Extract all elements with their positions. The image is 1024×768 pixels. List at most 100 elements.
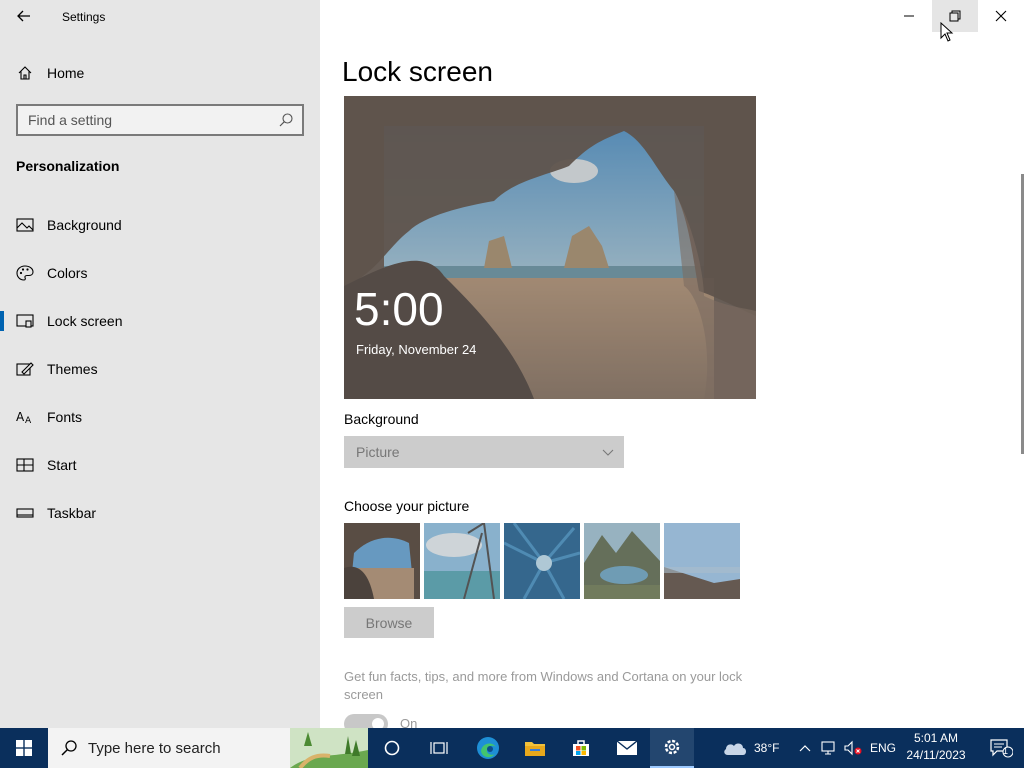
language-indicator[interactable]: ENG (870, 728, 896, 768)
restore-button[interactable] (932, 0, 978, 32)
thumbnail-underwater-image (504, 523, 580, 599)
action-center-button[interactable]: 1 (978, 728, 1024, 768)
sidebar-item-label: Lock screen (47, 313, 123, 329)
svg-text:A: A (16, 410, 25, 424)
sidebar-home[interactable]: Home (0, 58, 320, 88)
setting-search-input[interactable] (18, 106, 268, 134)
thumbnail-glider-image (424, 523, 500, 599)
sidebar-item-colors[interactable]: Colors (0, 253, 320, 293)
thumbnail-cave-image (344, 523, 420, 599)
picture-thumbnail-glider[interactable] (424, 523, 500, 599)
lock-screen-icon (16, 314, 34, 328)
taskbar-app-file-explorer[interactable] (512, 728, 558, 768)
search-highlight-illustration (290, 728, 368, 768)
thumbnail-mountain-lake-image (584, 523, 660, 599)
weather-temperature: 38°F (754, 741, 780, 755)
close-button[interactable] (978, 0, 1024, 32)
picture-thumbnail-cave[interactable] (344, 523, 420, 599)
sidebar-item-background[interactable]: Background (0, 205, 320, 245)
picture-icon (16, 218, 34, 232)
sidebar-item-label: Fonts (47, 409, 83, 425)
sidebar-item-lock-screen[interactable]: Lock screen (0, 301, 320, 341)
taskbar-search-box[interactable]: Type here to search (48, 728, 368, 768)
sidebar: Settings Home Personalization Background… (0, 0, 320, 728)
section-title: Personalization (16, 158, 120, 174)
app-title: Settings (62, 10, 106, 24)
notification-icon (990, 739, 1013, 758)
network-icon (821, 741, 835, 755)
choose-picture-label: Choose your picture (344, 498, 470, 514)
window-controls (886, 0, 1024, 32)
background-label: Background (344, 411, 419, 427)
chevron-up-icon (799, 745, 811, 752)
sidebar-item-label: Start (47, 457, 77, 473)
chevron-down-icon (602, 449, 614, 456)
background-dropdown[interactable]: Picture (344, 436, 624, 468)
close-icon (995, 10, 1007, 22)
back-arrow-icon (17, 10, 30, 22)
notification-count: 1 (1003, 746, 1009, 756)
sidebar-item-label: Themes (47, 361, 98, 377)
volume-button[interactable] (842, 728, 864, 768)
toggle-knob (372, 718, 384, 728)
taskbar-app-store[interactable] (558, 728, 604, 768)
taskbar-search-placeholder: Type here to search (88, 740, 221, 757)
picture-thumbnail-coast[interactable] (664, 523, 740, 599)
windows-logo-icon (16, 740, 32, 756)
clock-date: 24/11/2023 (906, 748, 966, 762)
sidebar-item-fonts[interactable]: A A Fonts (0, 397, 320, 437)
tips-toggle-state: On (400, 716, 418, 728)
mouse-cursor-icon (940, 22, 954, 42)
tips-toggle[interactable] (344, 714, 388, 728)
page-title: Lock screen (342, 56, 493, 87)
minimize-icon (904, 15, 914, 17)
thumbnail-coast-image (664, 523, 740, 599)
search-icon[interactable] (278, 112, 294, 128)
sidebar-item-taskbar[interactable]: Taskbar (0, 493, 320, 533)
cortana-icon (384, 740, 400, 756)
gear-icon (664, 739, 680, 755)
picture-thumbnails (344, 523, 740, 599)
taskbar-app-edge[interactable] (464, 728, 512, 768)
browse-button[interactable]: Browse (344, 607, 434, 638)
taskbar-clock[interactable]: 5:01 AM 24/11/2023 (900, 730, 972, 764)
show-hidden-icons-button[interactable] (796, 728, 814, 768)
back-button[interactable] (8, 4, 40, 28)
setting-search-box[interactable] (16, 104, 304, 136)
preview-time: 5:00 (354, 283, 444, 335)
picture-thumbnail-mountain-lake[interactable] (584, 523, 660, 599)
lock-screen-preview: 5:00 Friday, November 24 (344, 96, 756, 399)
volume-muted-icon (844, 740, 862, 756)
main-content: Lock screen 5:00 Friday, November 24 Bac… (320, 0, 1024, 728)
task-view-icon (430, 742, 448, 754)
taskbar-icon (16, 508, 34, 518)
edge-icon (477, 737, 499, 759)
minimize-button[interactable] (886, 0, 932, 32)
home-label: Home (47, 65, 85, 81)
taskbar-app-mail[interactable] (604, 728, 650, 768)
network-button[interactable] (818, 728, 840, 768)
clock-time: 5:01 AM (913, 731, 959, 745)
start-icon (16, 458, 34, 472)
taskbar: Type here to search 38°F ENG 5:01 AM 24/… (0, 728, 1024, 768)
cortana-button[interactable] (370, 728, 414, 768)
sidebar-item-label: Colors (47, 265, 88, 281)
restore-icon (949, 10, 961, 22)
palette-icon (16, 265, 34, 281)
start-button[interactable] (0, 728, 48, 768)
background-dropdown-value: Picture (356, 444, 400, 460)
folder-icon (525, 742, 545, 756)
mail-icon (616, 740, 638, 755)
fonts-icon: A A (16, 410, 32, 425)
sidebar-item-label: Background (47, 217, 122, 233)
task-view-button[interactable] (416, 728, 462, 768)
cloud-icon (724, 743, 746, 755)
sidebar-item-themes[interactable]: Themes (0, 349, 320, 389)
taskbar-app-settings[interactable] (650, 728, 694, 768)
search-icon (61, 740, 77, 756)
sidebar-item-start[interactable]: Start (0, 445, 320, 485)
picture-thumbnail-underwater[interactable] (504, 523, 580, 599)
weather-widget[interactable] (718, 728, 752, 768)
preview-date: Friday, November 24 (356, 342, 477, 357)
sidebar-item-label: Taskbar (47, 505, 97, 521)
